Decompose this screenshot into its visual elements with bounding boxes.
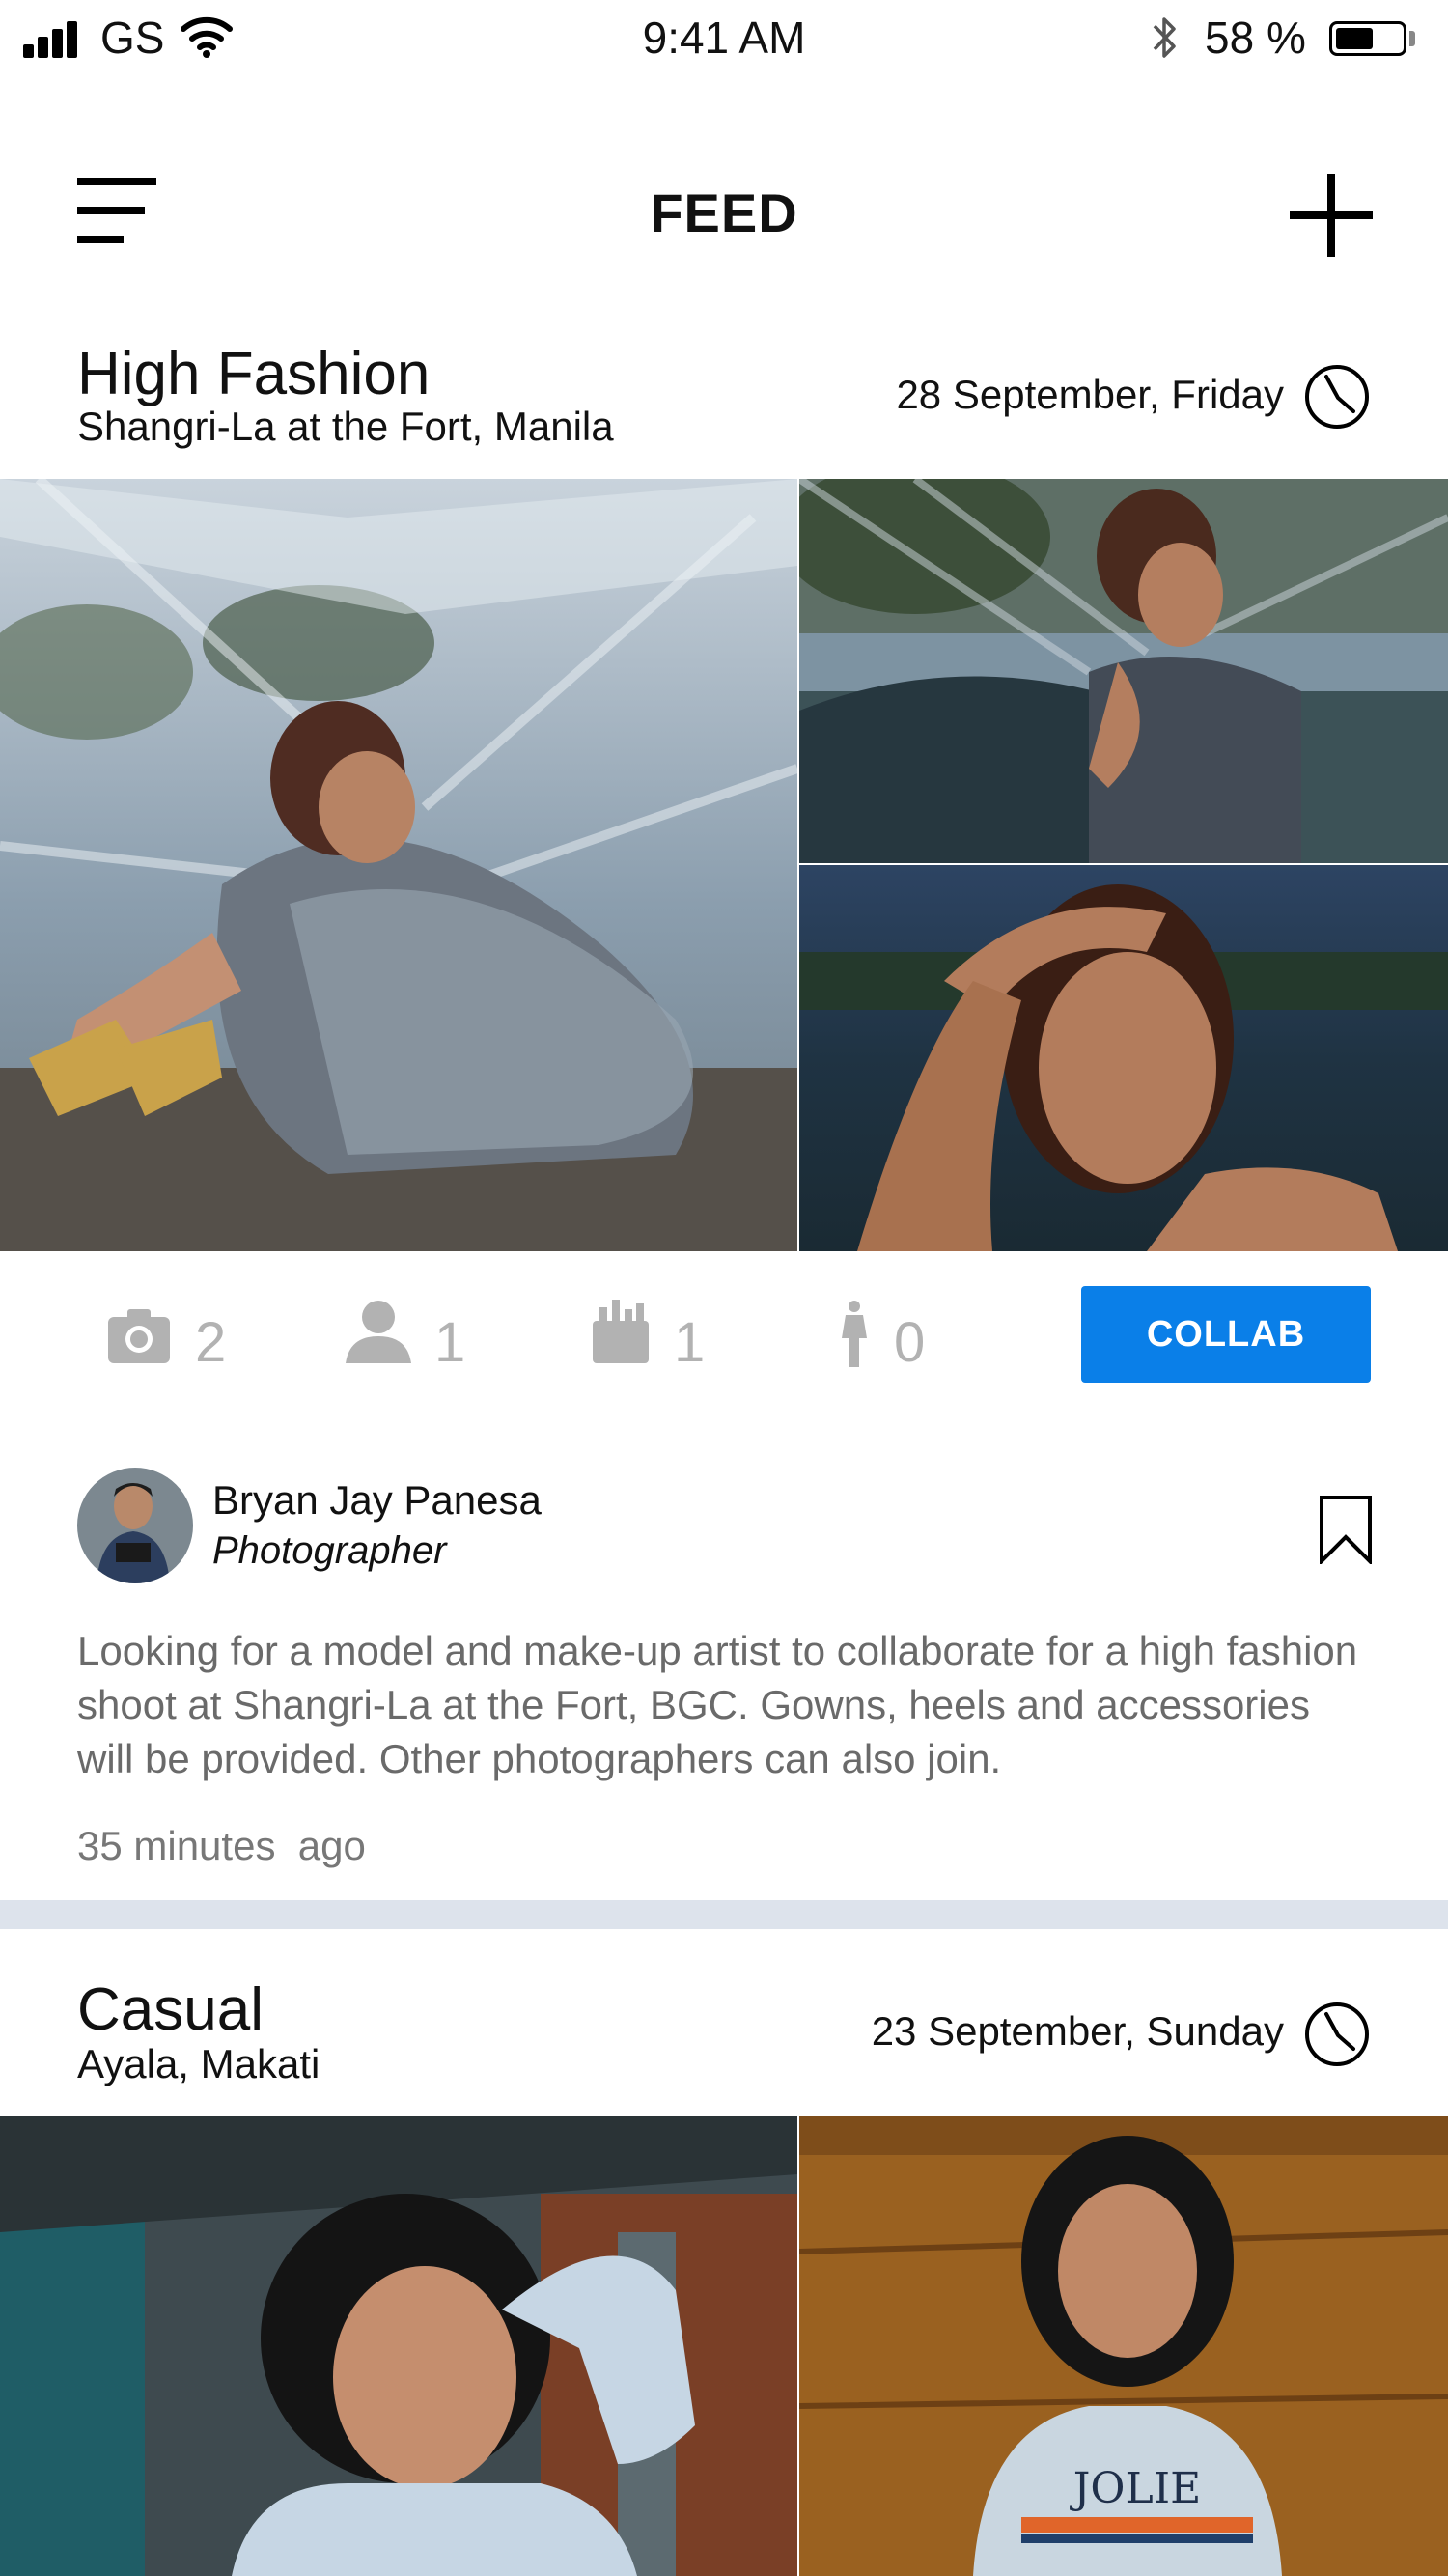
post-time-ago: 35 minutes ago <box>77 1823 366 1868</box>
makeup-kit-icon <box>593 1300 649 1363</box>
battery-icon <box>1329 21 1406 56</box>
post-photo-main[interactable] <box>0 479 797 1251</box>
post-divider <box>0 1900 1448 1929</box>
casual-photo-model-arm-raised <box>0 2116 797 2576</box>
makeup-artist-count: 1 <box>674 1311 706 1374</box>
bookmark-icon[interactable] <box>1319 1495 1373 1564</box>
casual-photo-model-sweater: JOLIE <box>799 2116 1448 2576</box>
post-photo-top-right[interactable]: JOLIE <box>799 2116 1448 2576</box>
post-date: 23 September, Sunday <box>871 2008 1284 2054</box>
post-date: 28 September, Friday <box>896 372 1284 417</box>
page-title: FEED <box>650 182 798 243</box>
author-role: Photographer <box>212 1529 447 1572</box>
post-photo-top-right[interactable] <box>799 479 1448 863</box>
status-bar: GS 9:41 AM 58 % <box>0 0 1448 77</box>
mannequin-icon <box>842 1301 867 1367</box>
collab-button[interactable]: COLLAB <box>1081 1286 1371 1383</box>
post-location: Shangri-La at the Fort, Manila <box>77 404 614 449</box>
add-post-plus-icon[interactable] <box>1290 174 1373 257</box>
post-title: Casual <box>77 1976 264 2043</box>
post-title: High Fashion <box>77 341 431 407</box>
fashion-photo-crouching-model <box>799 479 1448 863</box>
fashion-photo-sitting-model <box>0 479 797 1251</box>
bluetooth-icon <box>1153 17 1176 58</box>
battery-nub <box>1409 31 1415 46</box>
camera-icon <box>108 1309 170 1363</box>
post-photo-main[interactable] <box>0 2116 797 2576</box>
model-count: 1 <box>434 1311 466 1374</box>
stylist-count: 0 <box>894 1311 926 1374</box>
avatar[interactable] <box>77 1468 193 1583</box>
author-avatar-photo <box>77 1468 193 1583</box>
battery-percent: 58 % <box>1205 13 1306 63</box>
post-photo-bottom-right[interactable] <box>799 865 1448 1251</box>
clock-icon <box>1305 2002 1369 2066</box>
author-name[interactable]: Bryan Jay Panesa <box>212 1477 542 1524</box>
fashion-photo-portrait-model <box>799 865 1448 1251</box>
post-location: Ayala, Makati <box>77 2041 320 2086</box>
person-icon <box>346 1301 411 1363</box>
shirt-print-text: JOLIE <box>1070 2464 1201 2513</box>
photographer-count: 2 <box>195 1311 227 1374</box>
post-description: Looking for a model and make-up artist t… <box>77 1628 1358 1781</box>
clock-icon <box>1305 365 1369 429</box>
